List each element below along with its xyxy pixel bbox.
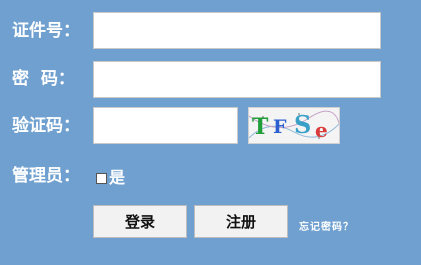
password-label: 密 码： (12, 69, 75, 89)
captcha-char-4: e (315, 118, 328, 142)
captcha-image[interactable]: T F S e (248, 107, 340, 144)
id-number-label: 证件号： (12, 21, 80, 41)
login-button[interactable]: 登录 (93, 205, 187, 238)
forgot-password-link[interactable]: 忘记密码？ (299, 222, 354, 234)
register-button[interactable]: 注册 (194, 205, 288, 238)
password-input[interactable] (93, 61, 381, 98)
admin-checkbox[interactable] (96, 172, 107, 184)
admin-checkbox-group: 是 (96, 168, 125, 188)
captcha-label: 验证码： (12, 116, 80, 136)
admin-label: 管理员： (12, 166, 80, 186)
id-number-input[interactable] (93, 12, 381, 49)
captcha-input[interactable] (93, 107, 238, 144)
admin-checkbox-label[interactable]: 是 (109, 168, 125, 188)
captcha-char-1: T (252, 114, 269, 140)
captcha-char-3: S (294, 110, 312, 139)
captcha-char-2: F (273, 116, 287, 138)
